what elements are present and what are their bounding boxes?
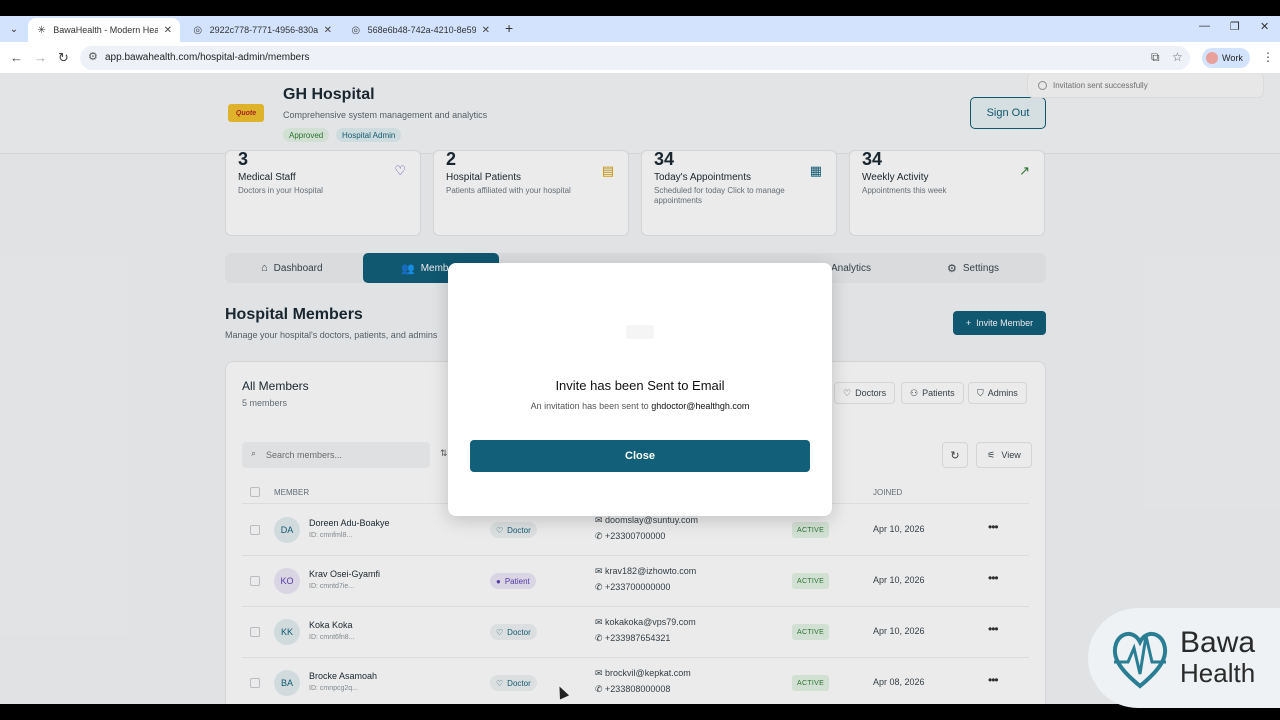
bawahealth-favicon-icon: ✳: [37, 24, 46, 36]
dialog-message-prefix: An invitation has been sent to: [530, 401, 649, 411]
reload-icon[interactable]: ↻: [58, 50, 69, 66]
browser-tab[interactable]: ◎ 2922c778-7771-4956-830a-68 ✕: [184, 18, 340, 42]
restore-icon[interactable]: ❐: [1230, 20, 1240, 33]
close-button[interactable]: Close: [470, 440, 810, 472]
url-text: app.bawahealth.com/hospital-admin/member…: [105, 52, 310, 63]
forward-arrow-icon[interactable]: →: [34, 50, 47, 65]
heart-pulse-logo-icon: [1112, 632, 1168, 689]
address-bar[interactable]: ⚙ app.bawahealth.com/hospital-admin/memb…: [80, 46, 1190, 70]
tab-title: 2922c778-7771-4956-830a-68: [209, 25, 318, 35]
globe-icon: ◎: [351, 24, 361, 36]
back-arrow-icon[interactable]: ←: [10, 50, 23, 65]
screen: ⌄ ✳ BawaHealth - Modern Healthca ✕ ◎ 292…: [0, 0, 1280, 720]
bawahealth-watermark: Bawa Health: [1088, 608, 1280, 708]
brand-word-1: Bawa: [1180, 626, 1256, 659]
browser-tabstrip: ⌄ ✳ BawaHealth - Modern Healthca ✕ ◎ 292…: [0, 16, 1280, 42]
brand-word-2: Health: [1180, 658, 1256, 688]
new-tab-plus-icon[interactable]: +: [505, 20, 513, 36]
install-app-icon[interactable]: ⧉: [1151, 50, 1160, 65]
tab-title: BawaHealth - Modern Healthca: [53, 25, 158, 35]
tab-search-chevron-icon[interactable]: ⌄: [4, 19, 24, 39]
tab-title: 568e6b48-742a-4210-8e59-f4: [367, 25, 476, 35]
close-tab-icon[interactable]: ✕: [324, 25, 332, 36]
dialog-message: An invitation has been sent to ghdoctor@…: [448, 401, 832, 411]
browser-tab-active[interactable]: ✳ BawaHealth - Modern Healthca ✕: [28, 18, 180, 42]
close-window-icon[interactable]: ✕: [1260, 20, 1269, 33]
dialog-title: Invite has been Sent to Email: [555, 378, 725, 393]
browser-toolbar: ← → ↻ ⚙ app.bawahealth.com/hospital-admi…: [0, 42, 1280, 74]
dialog-logo: [626, 325, 654, 339]
site-info-icon[interactable]: ⚙: [88, 50, 98, 63]
close-tab-icon[interactable]: ✕: [164, 25, 172, 36]
profile-label: Work: [1222, 53, 1243, 63]
invite-sent-dialog: Invite has been Sent to Email An invitat…: [448, 263, 832, 516]
profile-button[interactable]: Work: [1202, 48, 1250, 68]
page-content: Quote GH Hospital Comprehensive system m…: [0, 74, 1280, 704]
bookmark-star-icon[interactable]: ☆: [1172, 50, 1183, 64]
close-tab-icon[interactable]: ✕: [482, 25, 490, 36]
invited-email: ghdoctor@healthgh.com: [651, 401, 750, 411]
browser-tab[interactable]: ◎ 568e6b48-742a-4210-8e59-f4 ✕: [342, 18, 498, 42]
browser-menu-icon[interactable]: ⋮: [1262, 50, 1274, 64]
minimize-icon[interactable]: —: [1199, 20, 1210, 32]
globe-icon: ◎: [193, 24, 203, 36]
avatar: [1206, 52, 1218, 64]
